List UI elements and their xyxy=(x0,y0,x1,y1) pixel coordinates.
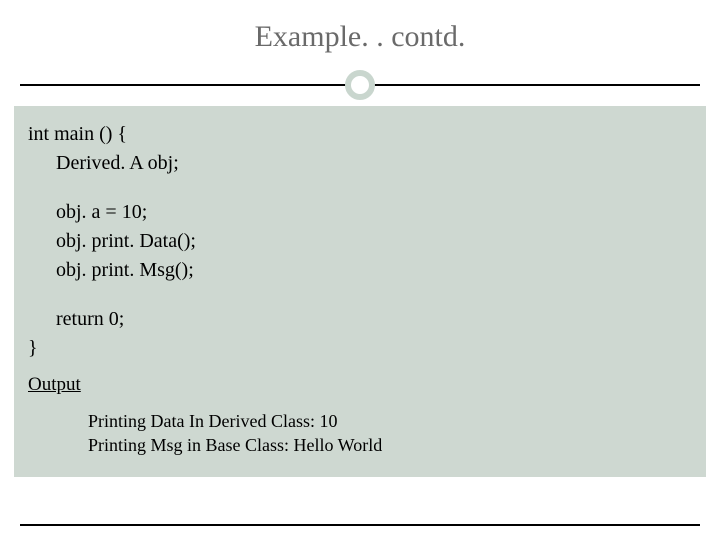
content-panel: int main () { Derived. A obj; obj. a = 1… xyxy=(14,106,706,477)
code-line: obj. print. Msg(); xyxy=(28,256,692,285)
footer-divider xyxy=(20,524,700,526)
code-line: obj. print. Data(); xyxy=(28,227,692,256)
slide: Example. . contd. int main () { Derived.… xyxy=(0,0,720,540)
output-line: Printing Msg in Base Class: Hello World xyxy=(88,433,692,457)
code-line: Derived. A obj; xyxy=(28,149,692,178)
code-line: int main () { xyxy=(28,120,692,149)
code-block: int main () { Derived. A obj; obj. a = 1… xyxy=(28,120,692,363)
code-line: obj. a = 10; xyxy=(28,198,692,227)
output-label: Output xyxy=(28,371,692,399)
slide-title: Example. . contd. xyxy=(0,0,720,66)
output-block: Printing Data In Derived Class: 10 Print… xyxy=(28,409,692,458)
code-line: } xyxy=(28,334,692,363)
output-line: Printing Data In Derived Class: 10 xyxy=(88,409,692,433)
code-line: return 0; xyxy=(28,305,692,334)
title-divider xyxy=(0,66,720,106)
divider-circle-icon xyxy=(345,70,375,100)
